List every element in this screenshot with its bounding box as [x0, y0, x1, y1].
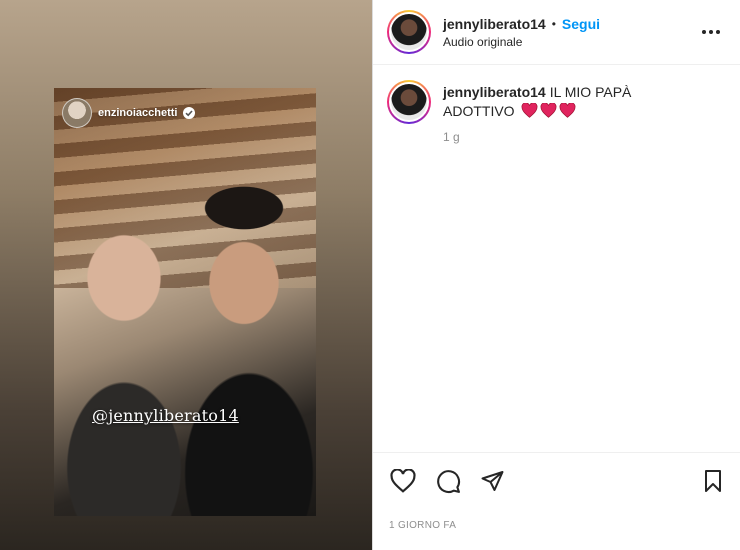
save-button[interactable]: [699, 467, 727, 495]
heart-emoji-icon: [541, 103, 557, 118]
follow-button[interactable]: Segui: [562, 16, 600, 32]
separator-dot: •: [551, 16, 556, 31]
story-avatar: [62, 98, 92, 128]
person-right: [164, 173, 316, 516]
comment-icon: [436, 469, 460, 493]
verified-badge-icon: [183, 107, 196, 119]
caption: jennyliberato14 IL MIO PAPÀ ADOTTIVO 1 g: [387, 80, 727, 144]
mention-sticker[interactable]: @jennyliberato14: [92, 406, 239, 425]
post-media[interactable]: enzinoiacchetti @jennyliberato14: [0, 0, 372, 550]
heart-emoji-icon: [522, 103, 538, 118]
more-options-icon[interactable]: [699, 22, 723, 42]
comment-button[interactable]: [434, 467, 462, 495]
caption-username[interactable]: jennyliberato14: [443, 84, 546, 100]
caption-avatar[interactable]: [387, 80, 431, 124]
caption-text: jennyliberato14 IL MIO PAPÀ ADOTTIVO: [443, 83, 673, 121]
post-header: jennyliberato14 • Segui Audio originale: [373, 0, 740, 65]
post-date: 1 GIORNO FA: [389, 520, 457, 531]
author-username[interactable]: jennyliberato14: [443, 16, 546, 32]
heart-outline-icon: [390, 469, 416, 493]
story-username: enzinoiacchetti: [98, 107, 178, 119]
share-button[interactable]: [478, 467, 506, 495]
action-bar: [373, 452, 740, 508]
avatar[interactable]: [387, 10, 431, 54]
audio-label[interactable]: Audio originale: [443, 35, 600, 49]
story-user: enzinoiacchetti: [62, 98, 196, 128]
heart-emoji-icon: [560, 103, 576, 118]
story-screenshot: enzinoiacchetti @jennyliberato14: [54, 88, 316, 516]
bookmark-icon: [705, 470, 721, 492]
hearts-emoji: [521, 103, 576, 118]
post-sidebar: jennyliberato14 • Segui Audio originale …: [372, 0, 740, 550]
caption-timestamp: 1 g: [443, 130, 460, 144]
paper-plane-icon: [481, 471, 503, 491]
like-button[interactable]: [389, 467, 417, 495]
